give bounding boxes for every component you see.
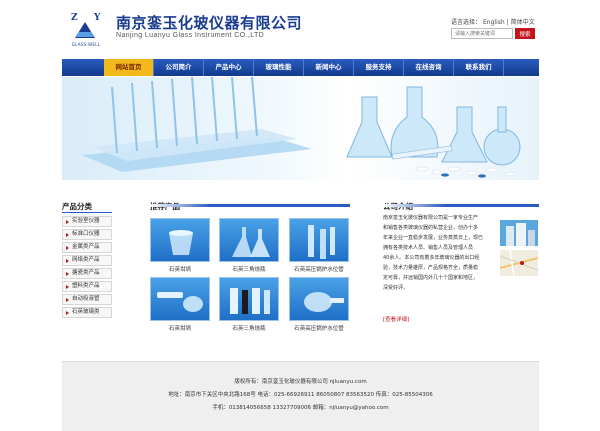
- intro-line: 验，技术力量雄厚，产品规格齐全，质量稳: [383, 265, 479, 271]
- arrow-right-icon: [66, 285, 69, 289]
- lang-label: 语言选择：: [451, 19, 482, 26]
- nav-glass-performance[interactable]: 玻璃性能: [254, 59, 304, 76]
- footer-address: 地址：南京市下关区中央北路168号 电话：025-66926911 860508…: [168, 392, 433, 398]
- product-image[interactable]: [289, 218, 349, 262]
- main-nav: 网站首页 公司简介 产品中心 玻璃性能 新闻中心 服务支持 在线咨询 联系我们: [62, 59, 539, 76]
- product-caption[interactable]: 石英坩埚: [150, 324, 210, 332]
- search-button[interactable]: 搜索: [515, 28, 535, 39]
- lang-chinese-link[interactable]: 简体中文: [511, 19, 535, 26]
- arrow-right-icon: [66, 259, 69, 263]
- category-label: 石英玻璃类: [72, 309, 100, 315]
- product-caption[interactable]: 石英三角烧瓶: [219, 265, 279, 273]
- nav-news[interactable]: 新闻中心: [304, 59, 354, 76]
- nav-contact[interactable]: 联系我们: [454, 59, 504, 76]
- product-caption[interactable]: 石英坩埚: [150, 265, 210, 273]
- lab-glassware-illustration: [82, 77, 521, 178]
- logo-flask-icon: Z Y: [71, 12, 101, 38]
- products-divider: [150, 204, 350, 207]
- category-item[interactable]: 石英玻璃类: [62, 307, 112, 318]
- category-item[interactable]: 标准口仪器: [62, 229, 112, 240]
- product-image[interactable]: [219, 218, 279, 262]
- logo-subtext: GLASS WELL: [71, 42, 101, 47]
- nav-about[interactable]: 公司简介: [154, 59, 204, 76]
- intro-line: 和销售各类玻璃仪器的私营企业，创办十多: [383, 225, 479, 231]
- product-card[interactable]: 石英坩埚: [150, 277, 210, 332]
- category-label: 实验室仪器: [72, 218, 100, 224]
- location-map: [500, 250, 538, 276]
- category-label: 金属类产品: [72, 244, 100, 250]
- product-caption[interactable]: 石英高压锅炉水位管: [289, 324, 349, 332]
- intro-line: 拥有各类技术人员、销售人员及管理人员: [383, 245, 474, 251]
- category-label: 自动吸液管: [72, 296, 100, 302]
- intro-line: 年来企业一直稳步发展，业务蒸蒸日上，现已: [383, 235, 484, 241]
- footer-contact: 手机：013814056658 13327709006 邮箱：njluanyu@…: [212, 405, 389, 411]
- company-name-en: Nanjing Luanyu Glass Instrument CO.,LTD: [116, 32, 265, 39]
- arrow-right-icon: [66, 298, 69, 302]
- product-card[interactable]: 石英坩埚: [150, 218, 210, 273]
- category-list: 实验室仪器 标准口仪器 金属类产品 网络类产品 搪瓷类产品 塑料类产品 自动吸液…: [62, 216, 112, 320]
- arrow-right-icon: [66, 311, 69, 315]
- hero-banner: [62, 77, 539, 180]
- search-input[interactable]: [451, 28, 513, 39]
- tube-icon: [308, 225, 335, 259]
- product-image[interactable]: [219, 277, 279, 321]
- svg-text:Z: Z: [71, 13, 78, 23]
- product-caption[interactable]: 石英高压锅炉水位管: [289, 265, 349, 273]
- company-logo[interactable]: Z Y: [68, 10, 102, 44]
- intro-line: 南京銮玉化玻仪器有限公司是一家专业生产: [383, 215, 479, 221]
- intro-text: 南京銮玉化玻仪器有限公司是一家专业生产 和销售各类玻璃仪器的私营企业，创办十多 …: [383, 213, 498, 293]
- tube-icon: [304, 292, 344, 312]
- intro-line: 深受好评。: [383, 285, 409, 291]
- language-switcher: 语言选择： English | 简体中文: [451, 17, 537, 26]
- arrow-right-icon: [66, 272, 69, 276]
- arrow-right-icon: [66, 233, 69, 237]
- building-photo: [500, 220, 538, 246]
- view-details-link[interactable]: [查看详细]: [383, 315, 409, 323]
- footer-copyright: 版权所有：南京銮玉化玻仪器有限公司 njluanyu.com: [234, 379, 367, 385]
- footer: 版权所有：南京銮玉化玻仪器有限公司 njluanyu.com 地址：南京市下关区…: [62, 361, 539, 431]
- lang-separator: |: [506, 19, 509, 26]
- category-item[interactable]: 塑料类产品: [62, 281, 112, 292]
- category-item[interactable]: 自动吸液管: [62, 294, 112, 305]
- product-card[interactable]: 石英三角烧瓶: [219, 218, 279, 273]
- product-image[interactable]: [150, 218, 210, 262]
- company-name-cn: 南京銮玉化玻仪器有限公司: [116, 14, 303, 32]
- lang-english-link[interactable]: English: [483, 19, 505, 26]
- product-caption[interactable]: 石英三角烧瓶: [219, 324, 279, 332]
- product-image[interactable]: [289, 277, 349, 321]
- product-card[interactable]: 石英高压锅炉水位管: [289, 277, 349, 332]
- category-item[interactable]: 搪瓷类产品: [62, 268, 112, 279]
- category-item[interactable]: 金属类产品: [62, 242, 112, 253]
- arrow-right-icon: [66, 220, 69, 224]
- intro-divider: [383, 204, 539, 207]
- intro-line: 40余人。本公司有着多年玻璃仪器的出口经: [383, 255, 480, 261]
- category-item[interactable]: 网络类产品: [62, 255, 112, 266]
- crucible-icon: [169, 230, 193, 255]
- product-card[interactable]: 石英三角烧瓶: [219, 277, 279, 332]
- product-card[interactable]: 石英高压锅炉水位管: [289, 218, 349, 273]
- nav-service[interactable]: 服务支持: [354, 59, 404, 76]
- intro-line: 定可靠，并远销国内外几十个国家和地区，: [383, 275, 479, 281]
- svg-text:Y: Y: [93, 13, 101, 23]
- category-label: 塑料类产品: [72, 283, 100, 289]
- arrow-right-icon: [66, 246, 69, 250]
- crucible-icon: [157, 292, 203, 312]
- category-label: 标准口仪器: [72, 231, 100, 237]
- category-divider: [62, 212, 112, 213]
- category-label: 搪瓷类产品: [72, 270, 100, 276]
- category-label: 网络类产品: [72, 257, 100, 263]
- product-image[interactable]: [150, 277, 210, 321]
- nav-products[interactable]: 产品中心: [204, 59, 254, 76]
- category-title: 产品分类: [62, 202, 92, 211]
- page: Z Y GLASS WELL 南京銮玉化玻仪器有限公司 Nanjing Luan…: [62, 0, 539, 431]
- category-item[interactable]: 实验室仪器: [62, 216, 112, 227]
- flask-icon: [232, 227, 270, 257]
- nav-home[interactable]: 网站首页: [104, 59, 154, 76]
- flask-icon: [230, 288, 270, 314]
- nav-consult[interactable]: 在线咨询: [404, 59, 454, 76]
